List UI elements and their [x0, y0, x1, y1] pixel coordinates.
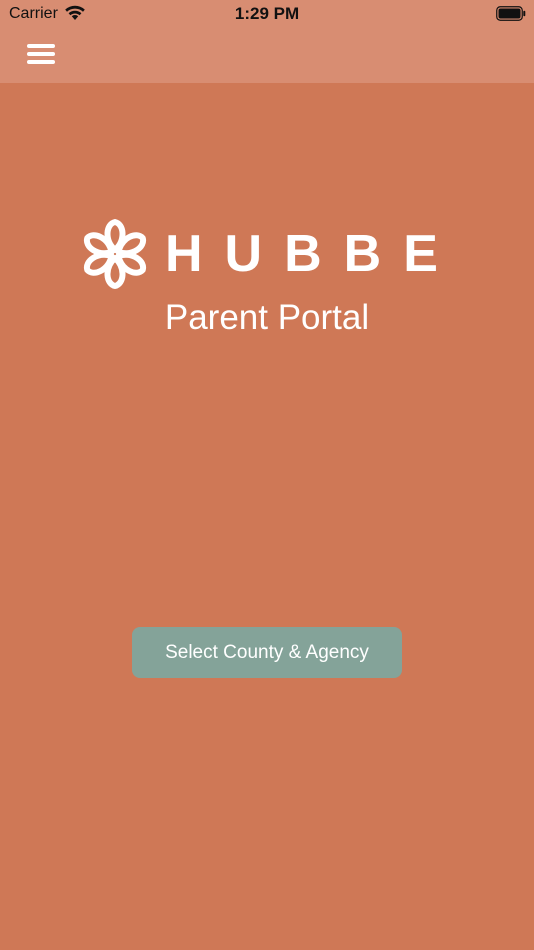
battery-icon	[496, 6, 526, 26]
select-county-agency-button[interactable]: Select County & Agency	[132, 627, 402, 678]
hubbe-flower-logo-icon	[80, 218, 150, 295]
menu-button[interactable]	[22, 36, 60, 72]
brand-logo: HUBBE	[0, 218, 534, 290]
status-bar: Carrier 1:29 PM	[0, 0, 534, 28]
hamburger-menu-icon	[22, 44, 60, 76]
page-subtitle: Parent Portal	[164, 298, 370, 337]
brand-wordmark: HUBBE	[165, 225, 460, 283]
nav-bar	[0, 28, 534, 83]
status-time: 1:29 PM	[234, 4, 300, 23]
